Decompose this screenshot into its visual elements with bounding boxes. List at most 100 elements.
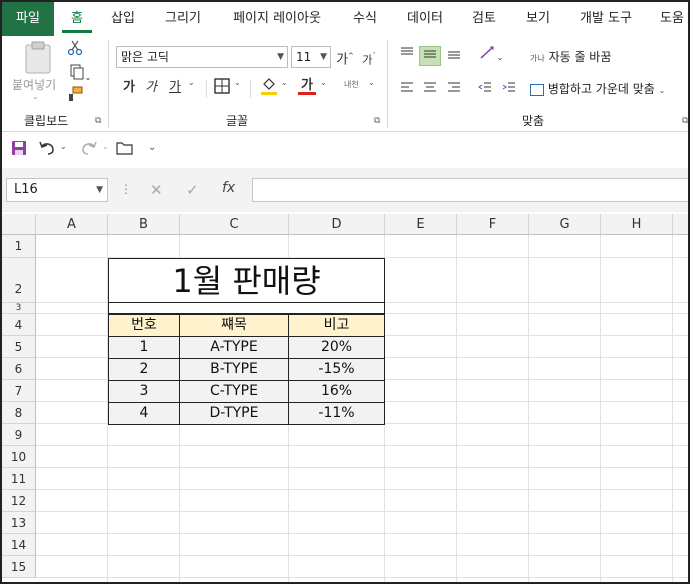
row-header-13[interactable]: 13 [2, 512, 36, 534]
tab-formulas[interactable]: 수식 [342, 2, 388, 36]
column-header-c[interactable]: C [180, 214, 289, 235]
save-icon[interactable] [8, 140, 30, 160]
tab-insert[interactable]: 삽입 [102, 2, 144, 36]
tab-file[interactable]: 파일 [2, 2, 54, 36]
name-box[interactable]: L16 ▼ [6, 178, 108, 202]
font-color-dropdown-icon[interactable]: ⌄ [320, 78, 327, 87]
table-cell[interactable]: 3 [108, 380, 180, 403]
column-header-e[interactable]: E [385, 214, 457, 235]
bold-button[interactable]: 가 [118, 78, 140, 98]
insert-function-button[interactable]: fx [222, 180, 235, 196]
blank-merged-row[interactable] [108, 303, 385, 314]
borders-icon[interactable] [211, 78, 233, 98]
table-cell[interactable]: -15% [288, 358, 385, 381]
wrap-text-button[interactable]: 가나 자동 줄 바꿈 [530, 48, 611, 65]
header-cell-note[interactable]: 비고 [288, 314, 385, 337]
font-dialog-launcher-icon[interactable]: ⧉ [374, 116, 380, 126]
copy-icon[interactable]: ⌄ [64, 64, 96, 84]
row-header-12[interactable]: 12 [2, 490, 36, 512]
gridline [600, 235, 601, 582]
column-header-a[interactable]: A [36, 214, 108, 235]
row-header-11[interactable]: 11 [2, 468, 36, 490]
redo-dropdown-icon[interactable]: ⌄ [102, 142, 109, 151]
alignment-dialog-launcher-icon[interactable]: ⧉ [682, 116, 688, 126]
header-cell-item[interactable]: 쨰목 [179, 314, 289, 337]
align-top-icon[interactable] [396, 46, 418, 66]
font-name-combo[interactable]: 맑은 고딕 ▼ [116, 46, 288, 68]
align-left-icon[interactable] [396, 80, 418, 100]
shrink-font-button[interactable]: 가ˇ [358, 46, 380, 66]
row-header-8[interactable]: 8 [2, 402, 36, 424]
table-cell[interactable]: 1 [108, 336, 180, 359]
cut-icon[interactable] [64, 40, 86, 60]
format-painter-icon[interactable] [64, 86, 86, 106]
row-header-5[interactable]: 5 [2, 336, 36, 358]
tab-draw[interactable]: 그리기 [154, 2, 212, 36]
table-cell[interactable]: B-TYPE [179, 358, 289, 381]
borders-dropdown-icon[interactable]: ⌄ [234, 78, 241, 87]
underline-dropdown-icon[interactable]: ⌄ [188, 78, 195, 87]
open-folder-icon[interactable] [114, 140, 136, 160]
grow-font-button[interactable]: 가^ [334, 46, 356, 67]
column-header-h[interactable]: H [601, 214, 673, 235]
table-cell[interactable]: -11% [288, 402, 385, 425]
column-header-d[interactable]: D [289, 214, 385, 235]
formula-input[interactable] [252, 178, 688, 202]
tab-data[interactable]: 데이터 [398, 2, 452, 36]
fill-color-icon[interactable] [258, 76, 280, 96]
row-header-10[interactable]: 10 [2, 446, 36, 468]
row-header-15[interactable]: 15 [2, 556, 36, 578]
column-header-f[interactable]: F [457, 214, 529, 235]
decrease-indent-icon[interactable] [474, 80, 496, 100]
merge-center-button[interactable]: 병합하고 가운데 맞춤 ⌄ [530, 80, 665, 97]
align-right-icon[interactable] [443, 80, 465, 100]
tab-page-layout[interactable]: 페이지 레이아웃 [222, 2, 332, 36]
redo-icon[interactable] [78, 140, 100, 160]
row-header-7[interactable]: 7 [2, 380, 36, 402]
table-cell[interactable]: 2 [108, 358, 180, 381]
row-header-9[interactable]: 9 [2, 424, 36, 446]
tab-review[interactable]: 검토 [462, 2, 506, 36]
row-header-14[interactable]: 14 [2, 534, 36, 556]
table-cell[interactable]: 16% [288, 380, 385, 403]
undo-dropdown-icon[interactable]: ⌄ [60, 142, 67, 151]
table-cell[interactable]: D-TYPE [179, 402, 289, 425]
tab-help[interactable]: 도움 [652, 2, 688, 36]
header-cell-number[interactable]: 번호 [108, 314, 180, 337]
table-cell[interactable]: A-TYPE [179, 336, 289, 359]
row-header-1[interactable]: 1 [2, 235, 36, 258]
tab-developer[interactable]: 개발 도구 [570, 2, 642, 36]
table-cell[interactable]: C-TYPE [179, 380, 289, 403]
row-header-6[interactable]: 6 [2, 358, 36, 380]
orientation-icon[interactable]: ⌄ [474, 44, 508, 64]
undo-icon[interactable] [36, 140, 58, 160]
increase-indent-icon[interactable] [498, 80, 520, 100]
italic-button[interactable]: 가 [140, 78, 162, 98]
column-header-b[interactable]: B [108, 214, 180, 235]
phonetic-dropdown-icon[interactable]: ⌄ [368, 78, 375, 87]
font-size-combo[interactable]: 11 ▼ [291, 46, 331, 68]
clipboard-dialog-launcher-icon[interactable]: ⧉ [95, 116, 101, 126]
align-bottom-icon[interactable] [443, 46, 465, 66]
column-header-g[interactable]: G [529, 214, 601, 235]
row-header-2[interactable]: 2 [2, 258, 36, 303]
underline-button[interactable]: 가 [164, 78, 186, 98]
cancel-icon[interactable]: ✕ [150, 181, 163, 199]
align-middle-icon[interactable] [419, 46, 441, 66]
sheet-title-cell[interactable]: 1월 판매량 [108, 258, 385, 303]
paste-button[interactable]: 붙여넣기 ⌄ [8, 38, 64, 104]
select-all-corner[interactable] [2, 214, 36, 235]
table-cell[interactable]: 4 [108, 402, 180, 425]
row-header-3[interactable]: 3 [2, 303, 36, 314]
tab-home[interactable]: 홈 [60, 2, 94, 36]
customize-qat-icon[interactable]: ⌄ [148, 142, 156, 153]
tab-view[interactable]: 보기 [516, 2, 560, 36]
align-center-icon[interactable] [419, 80, 441, 100]
row-header-4[interactable]: 4 [2, 314, 36, 336]
fill-color-dropdown-icon[interactable]: ⌄ [281, 78, 288, 87]
font-color-button[interactable]: 가 [296, 76, 318, 96]
column-header-i[interactable] [673, 214, 688, 235]
phonetic-button[interactable]: 내천 [344, 76, 359, 90]
table-cell[interactable]: 20% [288, 336, 385, 359]
enter-icon[interactable]: ✓ [186, 181, 199, 199]
